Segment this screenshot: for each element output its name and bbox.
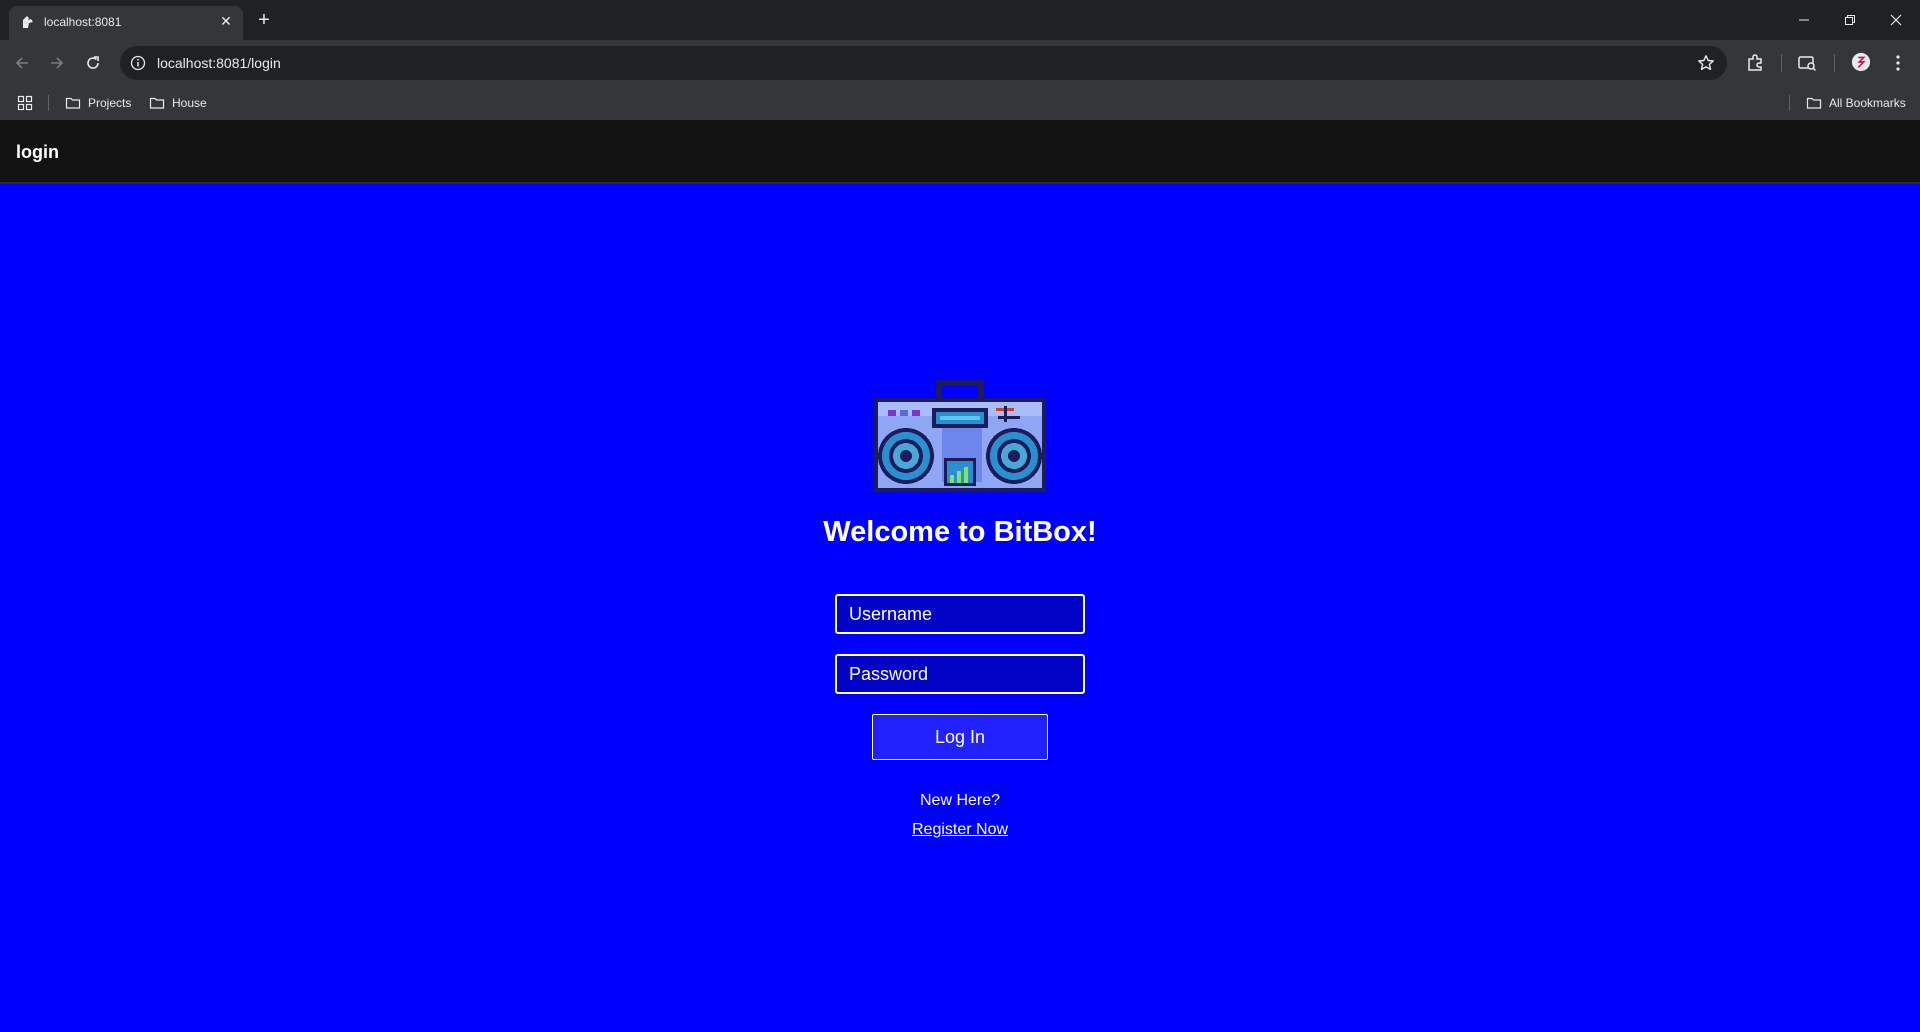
browser-tab[interactable]: localhost:8081 ✕ [9,6,243,40]
back-icon[interactable] [8,49,36,77]
site-info-icon[interactable] [130,55,146,71]
bookmark-label: Projects [88,96,132,110]
favicon-icon [23,16,33,28]
welcome-heading: Welcome to BitBox! [823,516,1097,548]
folder-icon [65,97,81,109]
bookmarks-divider [1789,95,1790,111]
app-header: login [0,120,1920,184]
username-input[interactable] [835,594,1085,634]
bookmark-star-icon[interactable] [1697,54,1715,72]
password-input[interactable] [835,654,1085,694]
close-window-icon[interactable] [1873,0,1919,40]
menu-kebab-icon[interactable] [1888,53,1908,73]
all-bookmarks-button[interactable]: All Bookmarks [1806,94,1906,112]
folder-icon [1806,97,1822,109]
bookmarks-divider [48,95,49,111]
bookmark-label: House [172,96,207,110]
bookmark-folder-projects[interactable]: Projects [65,94,131,112]
tab-title: localhost:8081 [44,15,122,29]
tab-search-icon[interactable] [1797,53,1817,73]
bookmarks-bar: Projects House All Bookmarks [0,86,1920,121]
restore-icon[interactable] [1827,0,1873,40]
toolbar-divider [1834,54,1835,72]
folder-icon [149,97,165,109]
new-tab-icon[interactable]: + [252,8,276,32]
new-here-text: New Here? [919,792,1001,809]
forward-icon[interactable] [43,49,71,77]
url-text[interactable]: localhost:8081/login [157,55,281,71]
apps-grid-icon[interactable] [17,94,33,112]
toolbar-divider [1781,54,1782,72]
reload-icon[interactable] [79,49,107,77]
address-bar[interactable]: localhost:8081/login [120,46,1727,80]
bookmark-folder-house[interactable]: House [149,94,207,112]
boombox-icon [874,380,1046,492]
login-button[interactable]: Log In [872,714,1048,760]
browser-toolbar: localhost:8081/login [0,40,1920,86]
browser-tab-strip: localhost:8081 ✕ + [0,0,1920,40]
register-link[interactable]: Register Now [860,821,1060,839]
minimize-icon[interactable] [1781,0,1827,40]
close-tab-icon[interactable]: ✕ [217,12,235,30]
profile-avatar-icon[interactable] [1851,52,1871,72]
all-bookmarks-label: All Bookmarks [1829,96,1906,110]
page-title: login [16,142,59,162]
extensions-icon[interactable] [1745,53,1765,73]
